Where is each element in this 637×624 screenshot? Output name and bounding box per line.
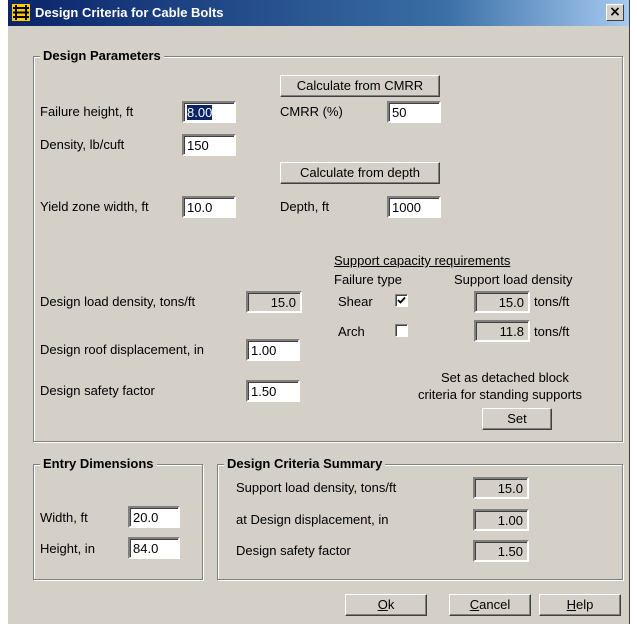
- arch-unit-label: tons/ft: [534, 324, 570, 339]
- yield-zone-width-field[interactable]: 10.0: [182, 196, 236, 218]
- dialog-window: Design Criteria for Cable Bolts × Design…: [7, 0, 630, 624]
- ok-mnemonic: O: [377, 597, 388, 612]
- failure-height-field[interactable]: 8.00: [182, 101, 236, 123]
- close-button[interactable]: ×: [606, 4, 624, 21]
- close-icon: ×: [609, 4, 621, 20]
- design-load-density-field: 15.0: [246, 291, 302, 313]
- checkmark-icon: [397, 296, 406, 304]
- cmrr-label: CMRR (%): [280, 104, 343, 119]
- shear-label: Shear: [338, 294, 373, 309]
- summary-safety-factor-field: 1.50: [473, 540, 529, 562]
- shear-unit-label: tons/ft: [534, 294, 570, 309]
- help-button[interactable]: Help: [539, 594, 621, 616]
- yield-zone-width-label: Yield zone width, ft: [40, 199, 149, 214]
- cancel-label-rest: ancel: [479, 597, 511, 612]
- help-mnemonic: H: [566, 597, 577, 612]
- failure-height-value: 8.00: [187, 105, 213, 120]
- arch-load-density-field: 11.8: [474, 320, 530, 342]
- summary-load-density-label: Support load density, tons/ft: [236, 480, 397, 495]
- set-detached-label-line2: criteria for standing supports: [418, 387, 583, 402]
- calculate-from-depth-button[interactable]: Calculate from depth: [280, 162, 440, 184]
- summary-load-density-field: 15.0: [473, 477, 529, 499]
- shear-checkbox[interactable]: [395, 294, 408, 307]
- entry-height-field[interactable]: 84.0: [128, 537, 180, 559]
- summary-displacement-label: at Design displacement, in: [236, 512, 389, 527]
- depth-label: Depth, ft: [280, 199, 330, 214]
- cancel-button[interactable]: Cancel: [449, 594, 531, 616]
- title-bar: Design Criteria for Cable Bolts ×: [8, 0, 629, 26]
- summary-displacement-field: 1.00: [473, 509, 529, 531]
- design-safety-factor-label: Design safety factor: [40, 383, 155, 398]
- density-field[interactable]: 150: [182, 134, 236, 156]
- density-label: Density, lb/cuft: [40, 137, 125, 152]
- dialog-title: Design Criteria for Cable Bolts: [35, 5, 224, 20]
- entry-height-label: Height, in: [40, 541, 95, 556]
- design-parameters-legend: Design Parameters: [40, 48, 164, 63]
- shear-load-density-field: 15.0: [474, 291, 530, 313]
- support-capacity-requirements-label: Support capacity requirements: [334, 253, 511, 268]
- arch-checkbox[interactable]: [395, 324, 408, 337]
- design-criteria-summary-legend: Design Criteria Summary: [224, 456, 386, 471]
- entry-width-field[interactable]: 20.0: [128, 506, 180, 528]
- cancel-mnemonic: C: [469, 597, 480, 612]
- design-safety-factor-field[interactable]: 1.50: [246, 380, 300, 402]
- design-roof-displacement-field[interactable]: 1.00: [246, 339, 300, 361]
- cmrr-field[interactable]: 50: [387, 101, 441, 123]
- support-load-density-label: Support load density: [454, 272, 573, 287]
- summary-safety-factor-label: Design safety factor: [236, 543, 351, 558]
- entry-width-label: Width, ft: [40, 510, 88, 525]
- ok-button[interactable]: Ok: [345, 594, 427, 616]
- entry-dimensions-legend: Entry Dimensions: [40, 456, 157, 471]
- arch-label: Arch: [338, 324, 365, 339]
- cable-bolt-app-icon: [12, 4, 30, 21]
- calculate-from-cmrr-button[interactable]: Calculate from CMRR: [280, 75, 440, 97]
- help-label-rest: elp: [576, 597, 594, 612]
- ok-label-rest: k: [387, 597, 395, 612]
- failure-type-label: Failure type: [334, 272, 402, 287]
- failure-height-label: Failure height, ft: [40, 104, 134, 119]
- depth-field[interactable]: 1000: [387, 196, 441, 218]
- set-detached-label-line1: Set as detached block: [441, 370, 569, 385]
- design-roof-displacement-label: Design roof displacement, in: [40, 342, 205, 357]
- set-button[interactable]: Set: [482, 408, 552, 430]
- design-load-density-label: Design load density, tons/ft: [40, 294, 196, 309]
